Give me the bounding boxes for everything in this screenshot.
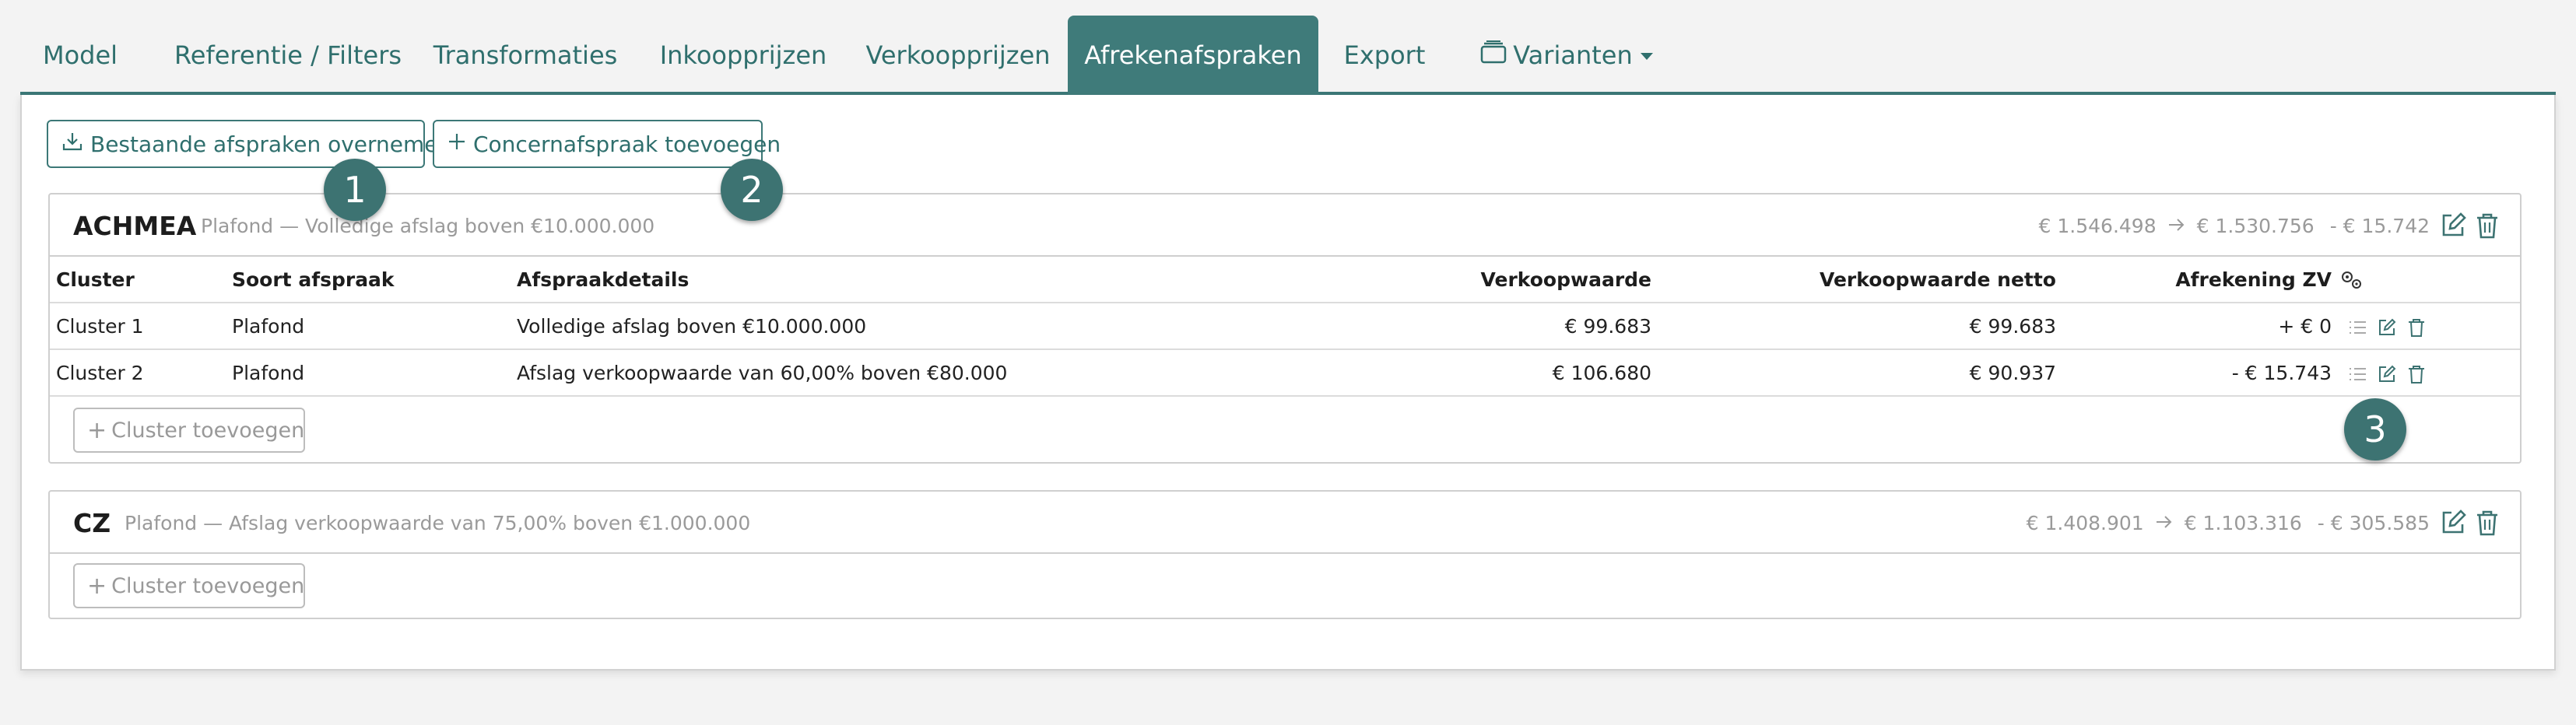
plus-icon: +: [87, 416, 107, 444]
trash-icon[interactable]: [2473, 212, 2501, 240]
edit-icon[interactable]: [2377, 364, 2397, 384]
edit-icon[interactable]: [2377, 317, 2397, 338]
card-subtitle: Plafond — Afslag verkoopwaarde van 75,00…: [125, 511, 751, 534]
caret-down-icon: [1640, 52, 1653, 60]
callout-marker-2: 2: [721, 159, 783, 221]
card-summary: € 1.546.498 € 1.530.756 - € 15.742: [2039, 194, 2430, 257]
header-afrekening: Afrekening ZV: [2175, 268, 2332, 291]
cell-verkoopwaarde: € 99.683: [1564, 314, 1651, 338]
cell-soort: Plafond: [232, 314, 305, 338]
tab-varianten-label: Varianten: [1513, 40, 1633, 70]
add-cluster-button[interactable]: + Cluster toevoegen: [73, 408, 305, 453]
card-title: CZ: [73, 507, 111, 538]
cell-soort: Plafond: [232, 361, 305, 384]
table-header-row: Cluster Soort afspraak Afspraakdetails V…: [50, 257, 2520, 303]
list-icon[interactable]: [2347, 364, 2367, 384]
table-row: Cluster 2 Plafond Afslag verkoopwaarde v…: [50, 350, 2520, 397]
add-concern-agreement-label: Concernafspraak toevoegen: [473, 131, 781, 157]
cell-afrekening: - € 15.743: [2231, 361, 2332, 384]
summary-diff: - € 305.585: [2317, 511, 2430, 534]
tab-export[interactable]: Export: [1342, 16, 1427, 95]
main-panel: Bestaande afspraken overnemen Concernafs…: [20, 95, 2556, 671]
summary-from: € 1.546.498: [2038, 214, 2157, 237]
agreement-card-cz: CZ Plafond — Afslag verkoopwaarde van 75…: [48, 490, 2522, 619]
tab-afrekenafspraken[interactable]: Afrekenafspraken: [1068, 16, 1318, 95]
cell-netto: € 99.683: [1969, 314, 2056, 338]
tab-model[interactable]: Model: [43, 16, 118, 95]
header-cluster: Cluster: [56, 268, 135, 291]
header-details: Afspraakdetails: [517, 268, 690, 291]
card-summary: € 1.408.901 € 1.103.316 - € 305.585: [2027, 492, 2430, 554]
import-agreements-button[interactable]: Bestaande afspraken overnemen: [47, 120, 451, 168]
arrow-right-icon: [2155, 512, 2174, 534]
download-icon: [61, 130, 90, 159]
tab-varianten[interactable]: Varianten: [1474, 16, 1659, 95]
list-icon[interactable]: [2347, 317, 2367, 338]
cell-netto: € 90.937: [1969, 361, 2056, 384]
tab-transformaties[interactable]: Transformaties: [433, 16, 618, 95]
edit-icon[interactable]: [2439, 509, 2467, 537]
arrow-right-icon: [2167, 215, 2186, 237]
edit-icon[interactable]: [2439, 212, 2467, 240]
plus-icon: [447, 131, 473, 157]
cell-cluster: Cluster 2: [56, 361, 144, 384]
cell-details: Volledige afslag boven €10.000.000: [517, 314, 867, 338]
cell-verkoopwaarde: € 106.680: [1552, 361, 1651, 384]
add-cluster-label: Cluster toevoegen: [111, 573, 305, 598]
card-header: ACHMEA Plafond — Volledige afslag boven …: [50, 194, 2520, 257]
card-title: ACHMEA: [73, 210, 197, 241]
summary-from: € 1.408.901: [2026, 511, 2144, 534]
cell-afrekening: + € 0: [2278, 314, 2332, 338]
trash-icon[interactable]: [2406, 364, 2427, 384]
agreement-card-achmea: ACHMEA Plafond — Volledige afslag boven …: [48, 193, 2522, 464]
card-subtitle: Plafond — Volledige afslag boven €10.000…: [201, 214, 655, 237]
table-row: Cluster 1 Plafond Volledige afslag boven…: [50, 303, 2520, 350]
plus-icon: +: [87, 572, 107, 600]
trash-icon[interactable]: [2406, 317, 2427, 338]
settings-icon[interactable]: [2339, 269, 2364, 291]
stack-icon: [1480, 40, 1507, 70]
callout-marker-3: 3: [2344, 398, 2406, 461]
card-header: CZ Plafond — Afslag verkoopwaarde van 75…: [50, 492, 2520, 554]
summary-to: € 1.530.756: [2196, 214, 2315, 237]
add-cluster-label: Cluster toevoegen: [111, 418, 305, 443]
summary-to: € 1.103.316: [2184, 511, 2302, 534]
add-concern-agreement-button[interactable]: Concernafspraak toevoegen: [433, 120, 781, 168]
add-cluster-button[interactable]: + Cluster toevoegen: [73, 563, 305, 608]
tab-verkoopprijzen[interactable]: Verkoopprijzen: [865, 16, 1050, 95]
trash-icon[interactable]: [2473, 509, 2501, 537]
summary-diff: - € 15.742: [2329, 214, 2430, 237]
header-verkoopwaarde: Verkoopwaarde: [1480, 268, 1651, 291]
tab-inkoopprijzen[interactable]: Inkoopprijzen: [660, 16, 827, 95]
tab-referentie-filters[interactable]: Referentie / Filters: [171, 16, 405, 95]
cell-details: Afslag verkoopwaarde van 60,00% boven €8…: [517, 361, 1008, 384]
callout-marker-1: 1: [324, 159, 386, 221]
cell-cluster: Cluster 1: [56, 314, 144, 338]
import-agreements-label: Bestaande afspraken overnemen: [90, 131, 452, 157]
tab-bar: Model Referentie / Filters Transformatie…: [20, 0, 2556, 95]
header-soort: Soort afspraak: [232, 268, 395, 291]
header-netto: Verkoopwaarde netto: [1819, 268, 2056, 291]
